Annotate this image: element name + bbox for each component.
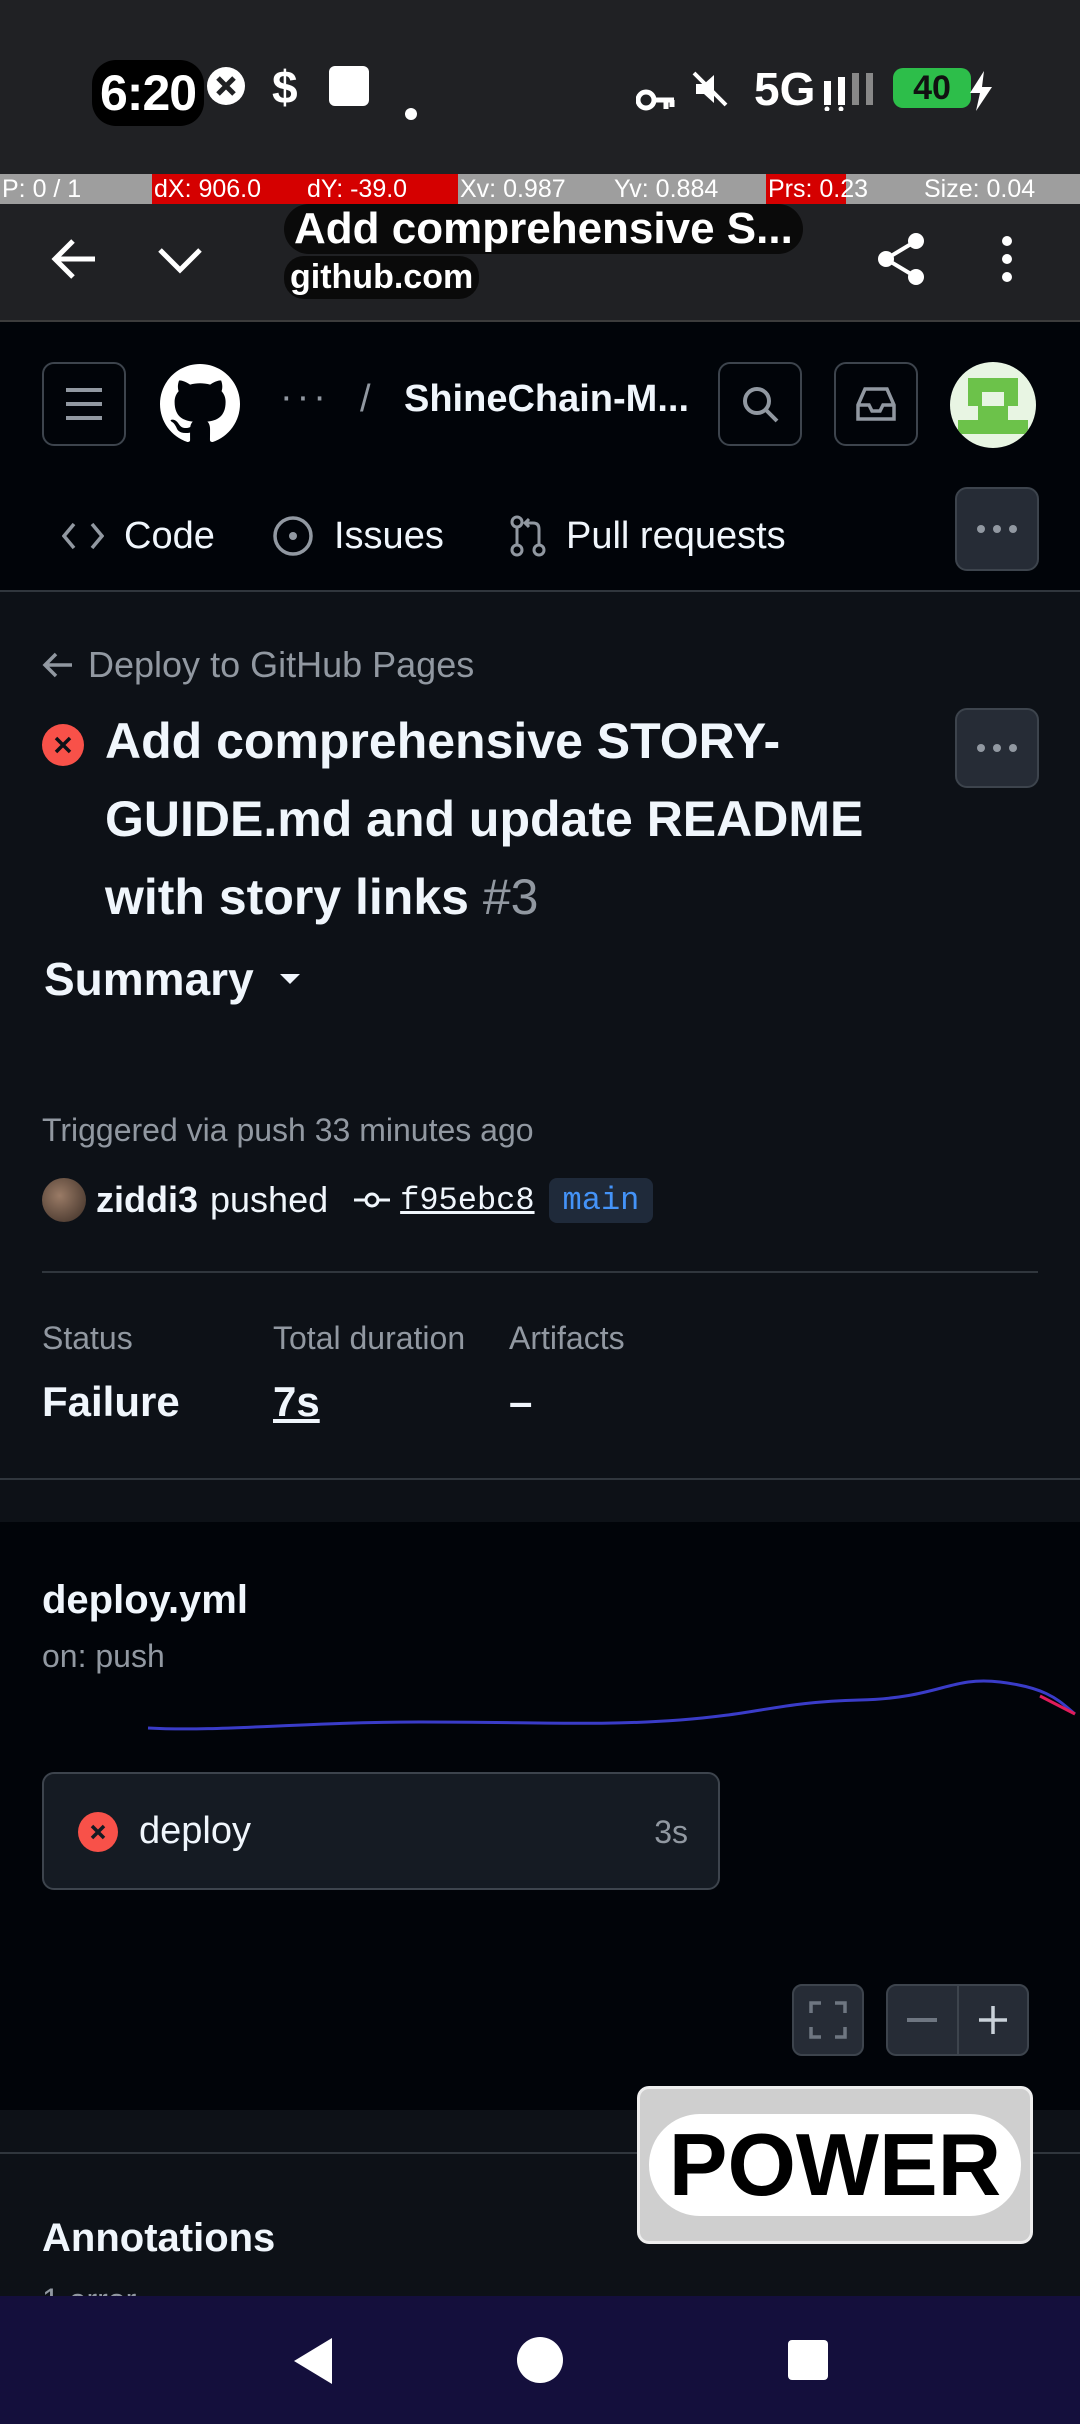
- git-commit-icon: [354, 1192, 391, 1208]
- nav-recents-icon[interactable]: [788, 2340, 828, 2385]
- page-title: Add comprehensive S...: [284, 204, 803, 254]
- code-icon: [62, 522, 104, 550]
- system-navigation-bar: [0, 2296, 1080, 2424]
- network-type: 5G: [754, 63, 816, 115]
- summary-label: Summary: [44, 953, 254, 1005]
- pointer-trace-line: [147, 1679, 1076, 1731]
- repo-separator: /: [360, 378, 371, 420]
- annotations-heading: Annotations: [42, 2216, 276, 2260]
- tab-pull-requests[interactable]: Pull requests: [510, 506, 786, 566]
- run-title: Add comprehensive STORY-GUIDE.md and upd…: [105, 702, 905, 936]
- battery-level: 40: [893, 68, 971, 108]
- status-label: Status: [42, 1320, 133, 1356]
- repo-name-link[interactable]: ShineChain-M...: [404, 378, 689, 421]
- mute-icon: [690, 66, 730, 120]
- nav-home-icon[interactable]: [516, 2336, 564, 2389]
- pointer-location-overlay: P: 0 / 1 dX: 906.0 dY: -39.0 Xv: 0.987 Y…: [0, 174, 1080, 204]
- github-logo-icon[interactable]: [160, 364, 240, 449]
- page-url[interactable]: github.com: [284, 256, 480, 299]
- share-icon[interactable]: [866, 224, 936, 294]
- branch-badge[interactable]: main: [548, 1177, 654, 1223]
- push-info: ziddi3 pushed f95ebc8 main: [42, 1172, 654, 1228]
- github-header: ··· / ShineChain-M... Code Issues Pull r…: [0, 322, 1080, 592]
- pull-request-icon: [510, 515, 546, 557]
- tab-pull-requests-label: Pull requests: [566, 514, 786, 557]
- zoom-in-button[interactable]: [959, 1986, 1028, 2054]
- divider: [42, 1271, 1038, 1273]
- square-app-icon: [328, 64, 370, 118]
- signal-icon: [822, 68, 884, 122]
- run-actions-button[interactable]: [955, 708, 1039, 788]
- hamburger-menu-button[interactable]: [42, 362, 126, 446]
- dot-icon: [404, 78, 418, 132]
- workflow-file: deploy.yml: [42, 1578, 248, 1622]
- power-label: POWER: [648, 2114, 1022, 2216]
- pointer-dy: dY: -39.0: [305, 174, 458, 204]
- browser-toolbar: Add comprehensive S... github.com: [0, 204, 1080, 322]
- dollar-icon: $: [272, 61, 298, 113]
- plus-icon: [978, 2006, 1007, 2034]
- zoom-out-button[interactable]: [888, 1986, 959, 2054]
- workflow-back-link[interactable]: Deploy to GitHub Pages: [42, 644, 474, 686]
- status-value: Failure: [42, 1378, 180, 1425]
- arrow-left-icon: [42, 652, 72, 678]
- kebab-horizontal-icon: [977, 744, 1017, 752]
- run-number: #3: [482, 869, 539, 925]
- back-arrow-icon[interactable]: [38, 224, 108, 294]
- issue-icon: [273, 516, 313, 556]
- tab-issues[interactable]: Issues: [272, 506, 444, 566]
- commit-sha[interactable]: f95ebc8: [400, 1182, 534, 1219]
- failure-x-icon: [42, 724, 84, 766]
- overflow-menu-icon[interactable]: [972, 224, 1042, 294]
- pointer-yv: Yv: 0.884: [614, 175, 719, 203]
- actor-avatar[interactable]: [42, 1178, 86, 1222]
- workflow-graph[interactable]: deploy.yml on: push deploy 3s: [0, 1522, 1080, 2110]
- user-avatar[interactable]: [950, 362, 1036, 448]
- charging-bolt-icon: [968, 68, 994, 122]
- repo-owner-ellipsis[interactable]: ···: [280, 376, 330, 419]
- commit-link[interactable]: f95ebc8: [354, 1182, 535, 1219]
- more-tabs-button[interactable]: [955, 487, 1039, 571]
- artifacts-label: Artifacts: [509, 1320, 625, 1356]
- inbox-button[interactable]: [834, 362, 918, 446]
- duration-label: Total duration: [273, 1320, 466, 1356]
- pointer-size: Size: 0.04: [924, 175, 1036, 203]
- kebab-horizontal-icon: [977, 525, 1017, 533]
- zoom-controls: [886, 1984, 1029, 2056]
- divider: [0, 1478, 1080, 1480]
- pointer-xv: Xv: 0.987: [460, 175, 566, 203]
- duration-value-link[interactable]: 7s: [273, 1378, 320, 1426]
- fullscreen-button[interactable]: [792, 1984, 864, 2056]
- job-duration: 3s: [654, 1814, 688, 1850]
- workflow-name: Deploy to GitHub Pages: [88, 644, 475, 685]
- pointer-prs: Prs: 0.23: [766, 174, 869, 204]
- failure-x-icon: [78, 1812, 118, 1852]
- push-action: pushed: [210, 1179, 329, 1220]
- pointer-count: P: 0 / 1: [2, 175, 82, 203]
- power-overlay-button[interactable]: POWER: [637, 2086, 1033, 2244]
- chevron-down-icon[interactable]: [145, 224, 215, 294]
- tab-code[interactable]: Code: [62, 506, 215, 566]
- triangle-down-icon: [279, 974, 300, 984]
- summary-dropdown[interactable]: Summary: [44, 952, 302, 1006]
- actor-link[interactable]: ziddi3: [96, 1179, 198, 1221]
- pointer-dx: dX: 906.0: [152, 174, 305, 204]
- tab-code-label: Code: [124, 514, 215, 557]
- vpn-key-icon: [635, 72, 676, 126]
- minus-icon: [907, 2018, 938, 2022]
- job-card-deploy[interactable]: deploy 3s: [42, 1772, 720, 1890]
- nav-back-icon[interactable]: [292, 2336, 336, 2391]
- clock: 6:20: [92, 60, 205, 126]
- trigger-info: Triggered via push 33 minutes ago: [42, 1112, 534, 1148]
- system-status-bar: 6:20 $ 5G 40: [0, 0, 1080, 174]
- artifacts-value: –: [509, 1378, 533, 1425]
- search-button[interactable]: [718, 362, 802, 446]
- job-name: deploy: [139, 1810, 251, 1852]
- notification-x-icon: [205, 64, 247, 118]
- fullscreen-icon: [809, 2001, 847, 2039]
- tab-issues-label: Issues: [334, 514, 444, 557]
